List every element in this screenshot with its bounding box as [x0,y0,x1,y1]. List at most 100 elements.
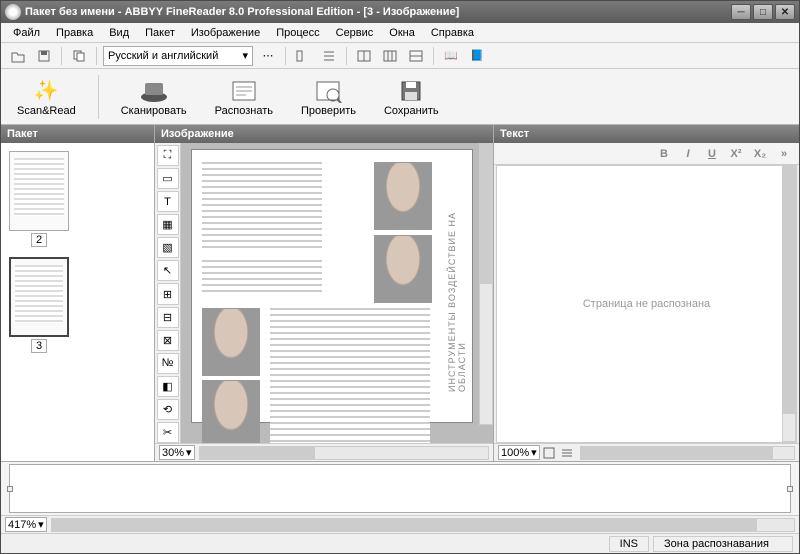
bottom-zoom-selector[interactable]: 417% ▾ [5,517,47,532]
separator [285,47,286,65]
chevron-down-icon: ▾ [531,446,537,459]
status-ins: INS [609,536,649,552]
view-mode2-icon[interactable] [558,445,576,460]
tool-table-icon[interactable]: ▦ [157,214,179,235]
zoom-panel-bar: 417% ▾ [1,515,799,533]
tool-crop-icon[interactable]: ⛶ [157,145,179,166]
chevron-down-icon: ▾ [242,49,248,62]
separator [433,47,434,65]
tool-remove-icon[interactable]: ⊠ [157,330,179,351]
language-value: Русский и английский [108,50,218,62]
scrollbar-horizontal[interactable] [580,446,795,460]
tool-add-vert-icon[interactable]: ⊞ [157,283,179,304]
open-icon[interactable] [7,45,29,67]
toolbar-standard: Русский и английский ▾ ⋯ 📖 📘 [1,43,799,69]
check-icon [312,77,344,105]
more-icon[interactable]: » [775,146,793,162]
batch-panel-header: Пакет [1,125,154,143]
tool-select-icon[interactable]: ▭ [157,168,179,189]
text-placeholder: Страница не распознана [583,298,710,310]
tool-renumber-icon[interactable]: № [157,353,179,374]
image-zoom-selector[interactable]: 30% ▾ [159,445,195,460]
bold-icon[interactable]: B [655,146,673,162]
zoom-view[interactable] [9,464,791,513]
document-view[interactable]: ИНСТРУМЕНТЫ ВОЗДЕЙСТВИЕ НА ОБЛАСТИ [181,143,493,443]
menu-batch[interactable]: Пакет [137,25,183,41]
scrollbar-horizontal[interactable] [51,518,795,532]
tool-add-horz-icon[interactable]: ⊟ [157,307,179,328]
titlebar: Пакет без имени - ABBYY FineReader 8.0 P… [1,1,799,23]
app-window: Пакет без имени - ABBYY FineReader 8.0 P… [0,0,800,554]
thumbnail-list: 2 3 [1,143,154,461]
wand-icon: ✨ [30,77,62,105]
tool-pointer-icon[interactable]: ↖ [157,260,179,281]
italic-icon[interactable]: I [679,146,697,162]
chevron-down-icon: ▾ [186,446,192,459]
tool-deskew-icon[interactable]: ✂ [157,422,179,443]
vertical-caption: ИНСТРУМЕНТЫ ВОЗДЕЙСТВИЕ НА ОБЛАСТИ [450,200,464,392]
zoom-panel: 417% ▾ [1,461,799,533]
page-image: ИНСТРУМЕНТЫ ВОЗДЕЙСТВИЕ НА ОБЛАСТИ [191,149,473,423]
scrollbar-vertical[interactable] [782,166,796,442]
separator [98,75,99,119]
separator [61,47,62,65]
menu-windows[interactable]: Окна [381,25,423,41]
text-view[interactable]: Страница не распознана [496,165,797,443]
app-icon [5,4,21,20]
superscript-icon[interactable]: X² [727,146,745,162]
menu-edit[interactable]: Правка [48,25,101,41]
tool-rotate-icon[interactable]: ⟲ [157,399,179,420]
minimize-button[interactable]: ─ [731,4,751,20]
resize-handle[interactable] [7,486,13,492]
underline-icon[interactable]: U [703,146,721,162]
chevron-down-icon: ▾ [38,518,44,531]
menu-file[interactable]: Файл [5,25,48,41]
menu-help[interactable]: Справка [423,25,482,41]
close-button[interactable]: ✕ [775,4,795,20]
ocr-icon [228,77,260,105]
thumb-number: 2 [31,233,47,247]
save-icon[interactable] [33,45,55,67]
scan-button[interactable]: Сканировать [115,75,193,119]
maximize-button[interactable]: □ [753,4,773,20]
check-button[interactable]: Проверить [295,75,362,119]
tool-text-icon[interactable]: T [157,191,179,212]
layout3-icon[interactable] [405,45,427,67]
recognize-button[interactable]: Распознать [209,75,279,119]
menu-service[interactable]: Сервис [328,25,382,41]
tool-picture-icon[interactable]: ▧ [157,237,179,258]
scrollbar-horizontal[interactable] [199,446,489,460]
scan-read-button[interactable]: ✨ Scan&Read [11,75,82,119]
view-list-icon[interactable] [318,45,340,67]
image-panel: Изображение ⛶ ▭ T ▦ ▧ ↖ ⊞ ⊟ ⊠ № ◧ ⟲ ✂ [155,125,494,461]
save-disk-icon [395,77,427,105]
dictionary-icon[interactable]: 📖 [440,45,462,67]
statusbar: INS Зона распознавания [1,533,799,553]
language-selector[interactable]: Русский и английский ▾ [103,46,253,66]
image-zoom-bar: 30% ▾ [155,443,493,461]
save-button[interactable]: Сохранить [378,75,445,119]
view-thumbs-icon[interactable] [292,45,314,67]
text-panel: Текст B I U X² X₂ » Страница не распозна… [494,125,799,461]
page-thumb[interactable]: 3 [9,257,69,353]
thumb-number: 3 [31,339,47,353]
thumb-preview [9,151,69,231]
text-zoom-selector[interactable]: 100% ▾ [498,445,540,460]
subscript-icon[interactable]: X₂ [751,146,769,162]
copy-icon[interactable] [68,45,90,67]
tool-eraser-icon[interactable]: ◧ [157,376,179,397]
page-thumb[interactable]: 2 [9,151,69,247]
layout1-icon[interactable] [353,45,375,67]
scrollbar-vertical[interactable] [479,143,493,425]
text-zoom-bar: 100% ▾ [494,443,799,461]
layout2-icon[interactable] [379,45,401,67]
menu-process[interactable]: Процесс [268,25,327,41]
menu-view[interactable]: Вид [101,25,137,41]
lang-settings-icon[interactable]: ⋯ [257,45,279,67]
view-mode1-icon[interactable] [540,445,558,460]
workspace: Пакет 2 3 Изображение ⛶ ▭ T ▦ [1,125,799,461]
toolbar-main: ✨ Scan&Read Сканировать Распознать Прове… [1,69,799,125]
menu-image[interactable]: Изображение [183,25,268,41]
help-icon[interactable]: 📘 [466,45,488,67]
resize-handle[interactable] [787,486,793,492]
